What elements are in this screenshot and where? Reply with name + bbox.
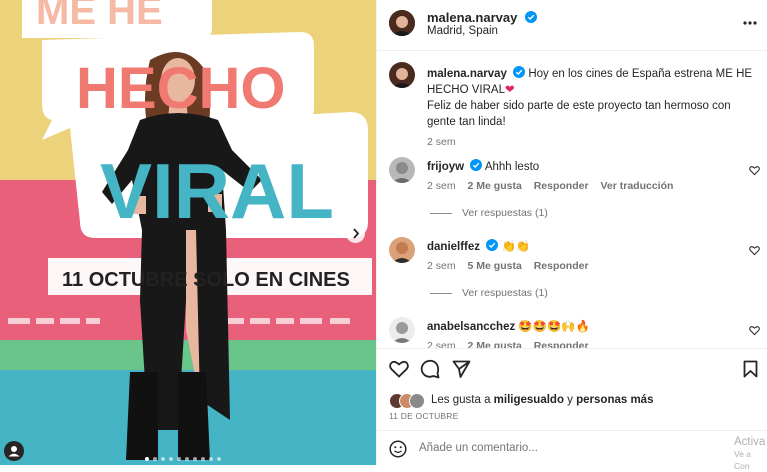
avatar-image bbox=[389, 157, 415, 183]
caption-avatar[interactable] bbox=[389, 62, 415, 88]
post-location[interactable]: Madrid, Spain bbox=[427, 25, 498, 37]
post-photo[interactable]: ME HE HECHO VIRAL 11 OCTUBRE SOLO EN CIN… bbox=[0, 0, 376, 465]
replies-line bbox=[430, 292, 452, 294]
view-replies-button[interactable]: Ver respuestas (1) bbox=[430, 287, 548, 299]
share-paper-plane-icon[interactable] bbox=[452, 360, 471, 378]
comment-clip: anabelsancchez 🤩🤩🤩🙌🔥 2 sem 2 Me gusta Re… bbox=[377, 310, 767, 348]
like-heart-icon[interactable] bbox=[389, 360, 409, 378]
author-username[interactable]: malena.narvay bbox=[427, 10, 517, 25]
poster-date-banner: 11 OCTUBRE SOLO EN CINES bbox=[62, 269, 350, 291]
verified-badge-icon bbox=[513, 66, 526, 78]
watermark-line1: Activa bbox=[734, 436, 766, 448]
like-comment-heart-icon[interactable] bbox=[749, 325, 760, 336]
reply-button[interactable]: Responder bbox=[534, 180, 589, 192]
avatar-image bbox=[389, 62, 415, 88]
carousel-dot bbox=[161, 457, 165, 461]
replies-line bbox=[430, 212, 452, 214]
tagged-users-button[interactable] bbox=[4, 441, 24, 461]
comment-text: 🤩🤩🤩🙌🔥 bbox=[518, 321, 591, 333]
comment-time[interactable]: 2 sem bbox=[427, 260, 456, 272]
carousel-dot bbox=[217, 457, 221, 461]
post-header: malena.narvay Madrid, Spain bbox=[377, 0, 767, 51]
next-image-button[interactable] bbox=[346, 224, 365, 243]
liker-avatar bbox=[409, 393, 425, 409]
chevron-right-icon bbox=[353, 228, 360, 239]
post-date[interactable]: 11 DE OCTUBRE bbox=[389, 411, 459, 421]
view-replies-label: Ver respuestas (1) bbox=[462, 287, 548, 299]
heart-emoji-icon: ❤ bbox=[504, 84, 515, 96]
comment-time[interactable]: 2 sem bbox=[427, 340, 456, 348]
emoji-picker-icon[interactable] bbox=[389, 440, 407, 458]
comment-avatar[interactable] bbox=[389, 237, 415, 263]
poster-line1: ME HE bbox=[36, 0, 163, 33]
comment-likes[interactable]: 5 Me gusta bbox=[468, 260, 522, 272]
carousel-dot bbox=[153, 457, 157, 461]
event-backdrop-image: ME HE HECHO VIRAL 11 OCTUBRE SOLO EN CIN… bbox=[0, 0, 376, 465]
watermark-line2: Ve a Con bbox=[734, 449, 752, 471]
post-details-panel: malena.narvay Madrid, Spain malena.narva… bbox=[376, 0, 767, 471]
carousel-dot bbox=[169, 457, 173, 461]
poster-line3: VIRAL bbox=[100, 147, 334, 235]
author-avatar[interactable] bbox=[389, 10, 415, 36]
verified-badge-icon bbox=[524, 11, 537, 23]
comment-text: 👏👏 bbox=[501, 241, 531, 253]
caption-text-1: Hoy en los cines de España estrena ME HE bbox=[528, 68, 753, 80]
likes-prefix: Les gusta a bbox=[431, 394, 491, 406]
caption-username[interactable]: malena.narvay bbox=[427, 68, 507, 80]
carousel-dot bbox=[177, 457, 181, 461]
likers-avatars[interactable] bbox=[389, 393, 427, 409]
liker-username[interactable]: miligesualdo bbox=[494, 394, 564, 406]
comment-likes[interactable]: 2 Me gusta bbox=[468, 180, 522, 192]
carousel-dot bbox=[201, 457, 205, 461]
reply-button[interactable]: Responder bbox=[534, 340, 589, 348]
user-tag-icon bbox=[8, 446, 20, 457]
comment-avatar[interactable] bbox=[389, 157, 415, 183]
more-horizontal-icon bbox=[743, 21, 757, 25]
avatar-image bbox=[389, 10, 415, 36]
comment-username[interactable]: anabelsancchez bbox=[427, 321, 515, 333]
more-options-button[interactable] bbox=[742, 16, 758, 28]
carousel-dot bbox=[209, 457, 213, 461]
verified-badge-icon bbox=[486, 239, 499, 251]
add-comment-input[interactable] bbox=[419, 439, 719, 457]
like-comment-heart-icon[interactable] bbox=[749, 245, 760, 256]
caption-text-2: HECHO VIRAL bbox=[427, 84, 505, 96]
carousel-dot bbox=[193, 457, 197, 461]
verified-badge-icon bbox=[470, 159, 483, 171]
translate-button[interactable]: Ver traducción bbox=[600, 180, 673, 192]
avatar-image bbox=[389, 317, 415, 343]
comment-likes[interactable]: 2 Me gusta bbox=[468, 340, 522, 348]
view-replies-button[interactable]: Ver respuestas (1) bbox=[430, 207, 548, 219]
comment-bubble-icon[interactable] bbox=[420, 359, 440, 379]
caption-text-4: gente tan linda! bbox=[427, 116, 506, 128]
comment-username[interactable]: danielffez bbox=[427, 241, 480, 253]
post-actions: Les gusta a miligesualdo y personas más … bbox=[377, 348, 767, 431]
comment-avatar[interactable] bbox=[389, 317, 415, 343]
view-replies-label: Ver respuestas (1) bbox=[462, 207, 548, 219]
add-comment-bar: Activa Ve a Con bbox=[377, 430, 767, 471]
caption-time[interactable]: 2 sem bbox=[427, 134, 757, 150]
comment-username[interactable]: frijoyw bbox=[427, 161, 464, 173]
comment-text: Ahhh lesto bbox=[484, 161, 540, 173]
save-bookmark-icon[interactable] bbox=[743, 360, 758, 378]
like-comment-heart-icon[interactable] bbox=[749, 165, 760, 176]
likes-middle: y bbox=[567, 394, 573, 406]
reply-button[interactable]: Responder bbox=[534, 260, 589, 272]
carousel-dot bbox=[185, 457, 189, 461]
windows-activation-watermark: Activa Ve a Con bbox=[734, 436, 767, 472]
avatar-image bbox=[389, 237, 415, 263]
comment-time[interactable]: 2 sem bbox=[427, 180, 456, 192]
caption-text-3: Feliz de haber sido parte de este proyec… bbox=[427, 100, 731, 112]
poster-line2: HECHO bbox=[76, 56, 285, 121]
other-likers-link[interactable]: personas más bbox=[576, 394, 653, 406]
carousel-dot-active bbox=[145, 457, 149, 461]
